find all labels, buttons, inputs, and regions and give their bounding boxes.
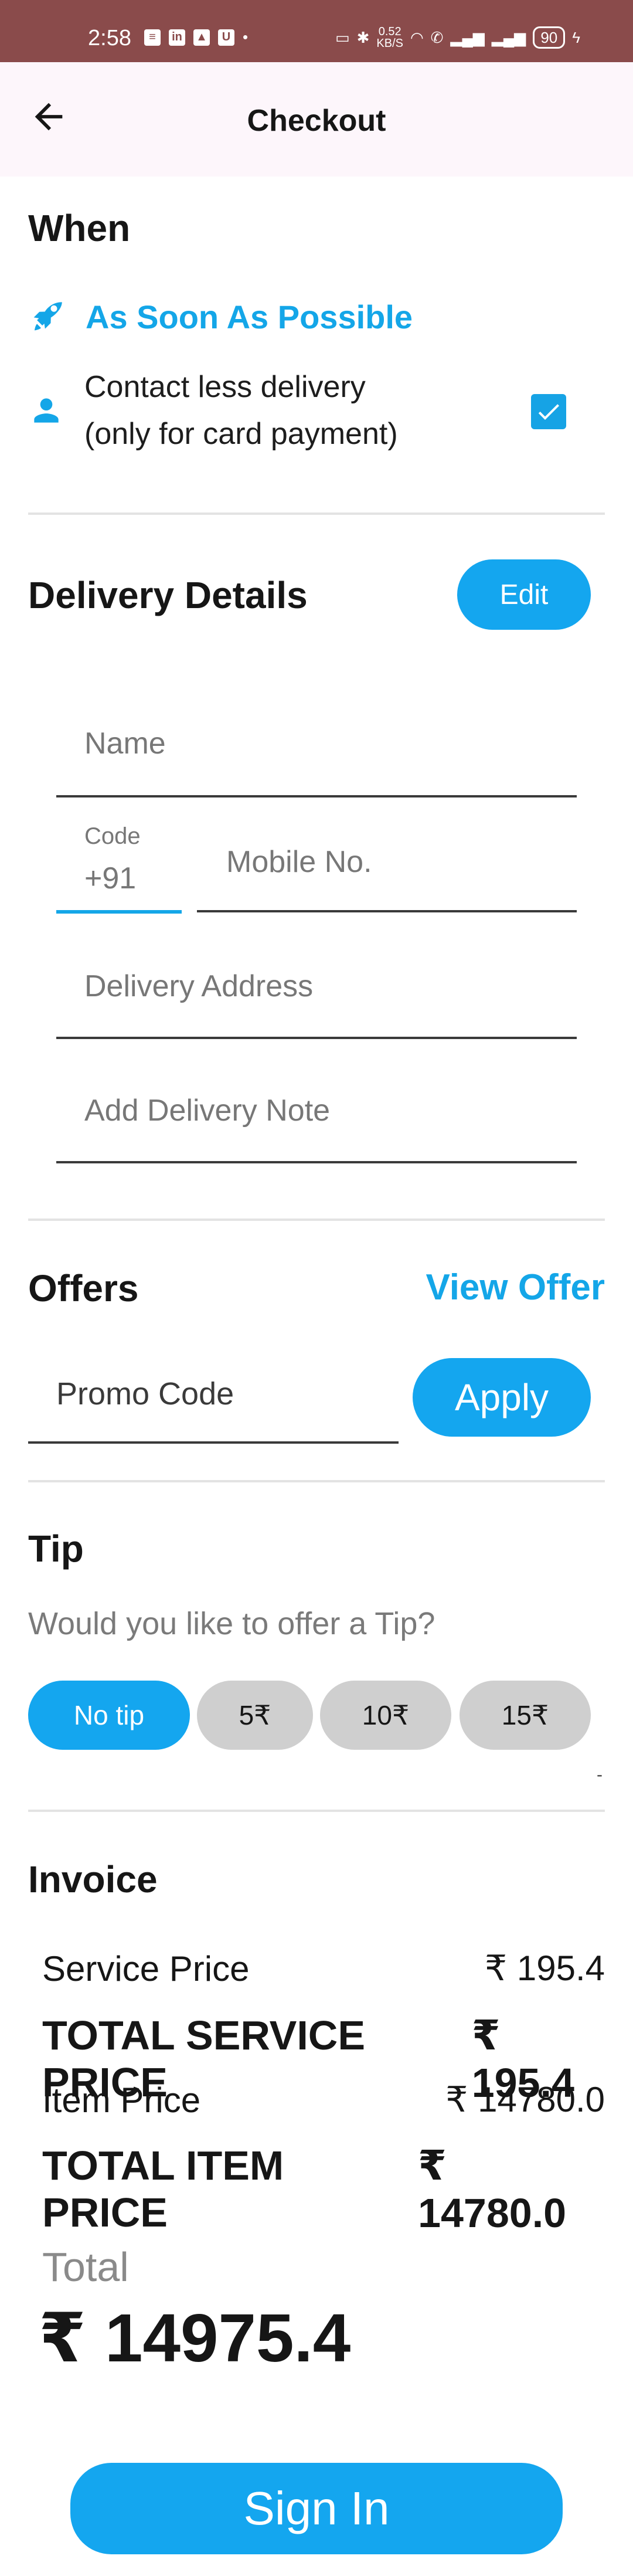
wifi-icon: ◠: [410, 28, 424, 46]
tip-option-15[interactable]: 15₹: [460, 1681, 591, 1750]
network-speed-unit: KB/S: [376, 37, 403, 50]
app-bar: Checkout: [0, 62, 633, 177]
name-underline: [56, 795, 577, 797]
promo-placeholder: Promo Code: [56, 1376, 234, 1411]
u-app-icon: U: [218, 29, 234, 46]
bluetooth-icon: ✱: [356, 28, 370, 46]
app-notification-icon: ≡: [144, 29, 161, 46]
total-label: Total: [42, 2244, 129, 2290]
rocket-icon: [33, 302, 62, 331]
delivery-note-field[interactable]: Add Delivery Note: [56, 1063, 577, 1166]
drive-icon: ▲: [193, 29, 210, 46]
mobile-field[interactable]: Mobile No.: [197, 815, 577, 915]
contactless-line1: Contact less delivery: [84, 370, 366, 404]
invoice-title: Invoice: [28, 1858, 158, 1900]
invoice-value: ₹ 14780.0: [445, 2080, 605, 2119]
asap-option[interactable]: As Soon As Possible: [28, 293, 438, 340]
divider-tip: [28, 1810, 605, 1812]
tip-prompt: Would you like to offer a Tip?: [28, 1606, 435, 1641]
country-code-field[interactable]: Code +91: [56, 815, 182, 915]
tip-option-none[interactable]: No tip: [28, 1681, 190, 1750]
volte-call-icon: ✆: [430, 28, 444, 46]
note-placeholder: Add Delivery Note: [84, 1094, 331, 1128]
view-offer-link[interactable]: View Offer: [426, 1267, 605, 1308]
mobile-placeholder: Mobile No.: [226, 845, 372, 879]
divider-offers: [28, 1480, 605, 1482]
divider-when: [28, 513, 605, 515]
code-label: Code: [84, 823, 141, 849]
contactless-checkbox[interactable]: [531, 394, 566, 429]
address-placeholder: Delivery Address: [84, 969, 314, 1003]
contactless-row: Contact less delivery (only for card pay…: [28, 364, 520, 457]
charging-icon: ϟ: [572, 28, 580, 46]
name-placeholder: Name: [84, 727, 166, 761]
nfc-icon: ▭: [335, 28, 350, 46]
system-status-icons: ▭ ✱ 0.52 KB/S ◠ ✆ ▂▄▆ ▂▄▆ 90 ϟ: [335, 26, 580, 49]
battery-indicator: 90: [533, 26, 566, 49]
code-value: +91: [84, 861, 137, 895]
signal-icon-1: ▂▄▆: [450, 28, 485, 46]
signal-icon-2: ▂▄▆: [491, 28, 526, 46]
status-time: 2:58: [88, 26, 131, 50]
invoice-row-service-price: Service Price ₹ 195.4: [42, 1948, 605, 1989]
network-speed-value: 0.52: [378, 25, 401, 38]
invoice-value: ₹ 14780.0: [418, 2143, 567, 2236]
tip-option-10[interactable]: 10₹: [320, 1681, 451, 1750]
page-title: Checkout: [247, 104, 386, 138]
delivery-details-title: Delivery Details: [28, 574, 308, 616]
contactless-line2: (only for card payment): [84, 417, 398, 451]
invoice-label: Service Price: [42, 1949, 250, 1988]
person-icon: [34, 398, 59, 423]
divider-delivery: [28, 1219, 605, 1221]
status-bar: 2:58 ≡ in ▲ U • ▭ ✱ 0.52 KB/S ◠ ✆ ▂▄▆ ▂▄…: [0, 0, 633, 62]
total-value: ₹ 14975.4: [39, 2300, 351, 2376]
linkedin-icon: in: [169, 29, 185, 46]
checkmark-icon: [538, 404, 559, 420]
more-notifications-dot-icon: •: [243, 28, 249, 46]
tip-title: Tip: [28, 1528, 84, 1570]
code-underline: [56, 910, 182, 914]
invoice-value: ₹ 195.4: [485, 1949, 605, 1988]
notification-icons: ≡ in ▲ U •: [144, 28, 248, 46]
apply-button[interactable]: Apply: [413, 1358, 591, 1437]
address-underline: [56, 1037, 577, 1039]
tip-option-5[interactable]: 5₹: [197, 1681, 313, 1750]
name-field[interactable]: Name: [56, 692, 577, 797]
offers-title: Offers: [28, 1267, 139, 1309]
note-underline: [56, 1161, 577, 1163]
promo-code-field[interactable]: Promo Code: [28, 1355, 399, 1444]
edit-button[interactable]: Edit: [457, 559, 591, 630]
when-title: When: [28, 207, 131, 249]
delivery-address-field[interactable]: Delivery Address: [56, 938, 577, 1041]
invoice-row-item-price: Item Price ₹ 14780.0: [42, 2079, 605, 2120]
invoice-label: Item Price: [42, 2080, 201, 2120]
sign-in-button[interactable]: Sign In: [70, 2463, 563, 2554]
network-speed: 0.52 KB/S: [376, 26, 403, 49]
invoice-label: TOTAL ITEM PRICE: [42, 2143, 284, 2235]
invoice-row-total-item-price: TOTAL ITEM PRICE ₹ 14780.0: [42, 2141, 605, 2236]
asap-label: As Soon As Possible: [86, 298, 413, 335]
contactless-text: Contact less delivery (only for card pay…: [84, 364, 398, 457]
mobile-underline: [197, 910, 577, 912]
promo-underline: [28, 1441, 399, 1444]
tip-trailing-mark: -: [597, 1765, 603, 1784]
